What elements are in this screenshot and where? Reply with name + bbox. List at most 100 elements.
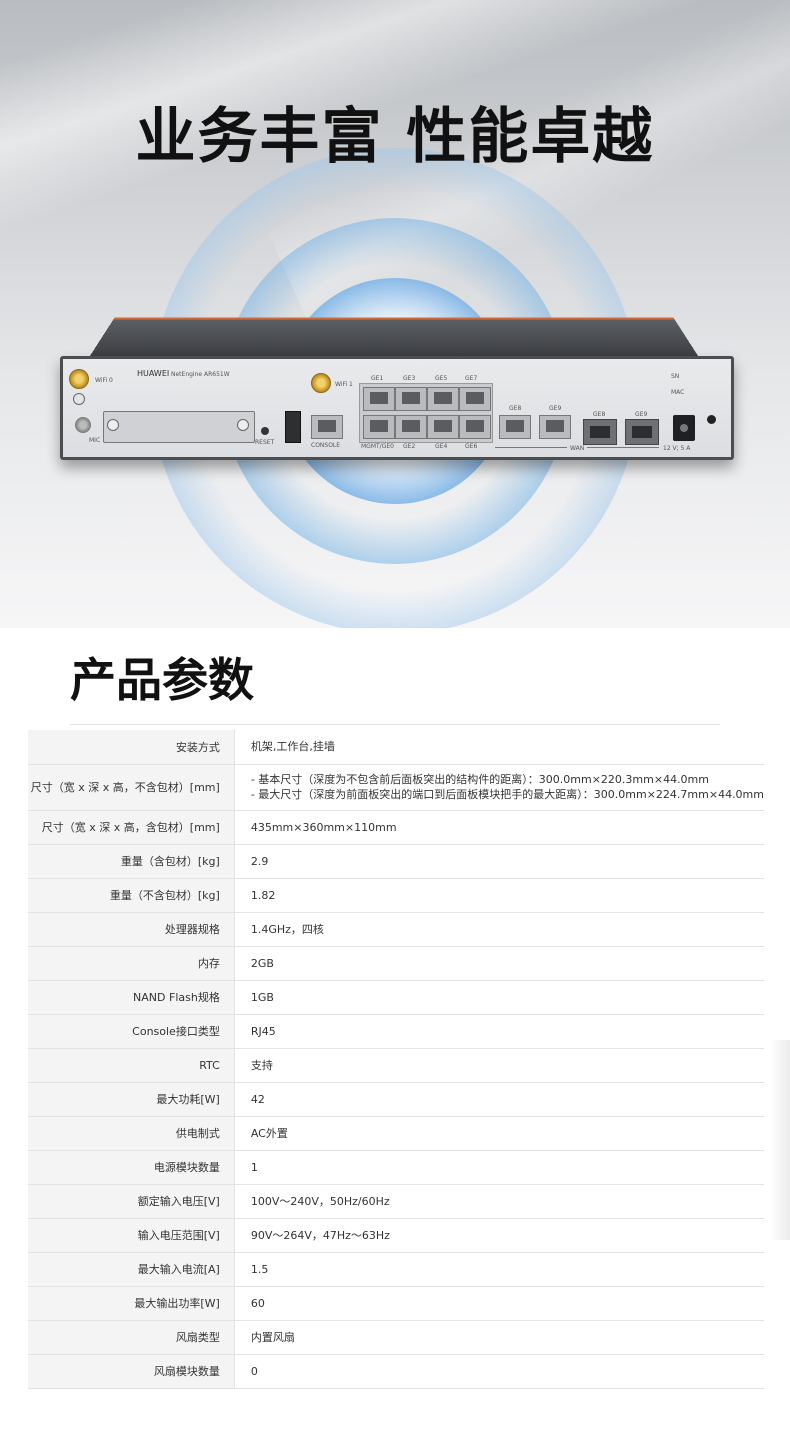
hero-banner: 业务丰富 性能卓越 WiFi 0 MIC HUAWEI NetEngine AR… xyxy=(0,0,790,628)
console-port-icon xyxy=(311,415,343,439)
spec-row: 最大输出功率[W] 60 xyxy=(28,1286,764,1321)
spec-row: NAND Flash规格 1GB xyxy=(28,980,764,1015)
ge8-sfp-label: GE8 xyxy=(593,411,606,418)
spec-value: RJ45 xyxy=(234,1014,764,1049)
spec-row: 重量（不含包材）[kg] 1.82 xyxy=(28,878,764,913)
spec-key: 重量（含包材）[kg] xyxy=(28,844,235,879)
antenna-connector-icon xyxy=(69,369,89,389)
spec-value-line: 60 xyxy=(250,1296,265,1310)
spec-row: 额定输入电压[V] 100V～240V，50Hz/60Hz xyxy=(28,1184,764,1219)
spec-key: 最大输入电流[A] xyxy=(28,1252,235,1287)
sfp-port-icon xyxy=(625,419,659,445)
mic-label: MIC xyxy=(89,437,101,444)
ethernet-port-icon xyxy=(395,387,427,411)
spec-row: 最大输入电流[A] 1.5 xyxy=(28,1252,764,1287)
spec-value: 0 xyxy=(234,1354,764,1389)
hero-title: 业务丰富 性能卓越 xyxy=(135,102,655,172)
ge3-label: GE3 xyxy=(403,375,416,382)
ge7-label: GE7 xyxy=(465,375,478,382)
spec-value-line: 0 xyxy=(250,1364,258,1378)
spec-row: Console接口类型 RJ45 xyxy=(28,1014,764,1049)
spec-value: 1.4GHz，四核 xyxy=(234,912,764,947)
spec-value-line: 2.9 xyxy=(250,854,269,868)
spec-value-line: AC外置 xyxy=(250,1126,288,1140)
spec-row: 处理器规格 1.4GHz，四核 xyxy=(28,912,764,947)
spec-value-line: 100V～240V，50Hz/60Hz xyxy=(250,1194,390,1208)
spec-value: 2.9 xyxy=(234,844,764,879)
spec-row: 风扇模块数量 0 xyxy=(28,1354,764,1389)
ethernet-port-icon xyxy=(459,387,491,411)
spec-value-line: 90V～264V，47Hz～63Hz xyxy=(250,1228,390,1242)
spec-key: 风扇类型 xyxy=(28,1320,235,1355)
spec-value-line: - 基本尺寸（深度为不包含前后面板突出的结构件的距离）：300.0mm×220.… xyxy=(250,773,709,786)
spec-value: 2GB xyxy=(234,946,764,981)
spec-key: Console接口类型 xyxy=(28,1014,235,1049)
router-front-panel: WiFi 0 MIC HUAWEI NetEngine AR651W RESET… xyxy=(60,356,734,460)
spec-row: 供电制式 AC外置 xyxy=(28,1116,764,1151)
screw-hole-icon xyxy=(107,419,119,431)
spec-value-line: 435mm×360mm×110mm xyxy=(250,820,397,834)
wan-label: WAN xyxy=(567,445,588,452)
spec-value: 支持 xyxy=(234,1048,764,1083)
expansion-slot xyxy=(103,411,255,443)
spec-row: 尺寸（宽 x 深 x 高，不含包材）[mm] - 基本尺寸（深度为不包含前后面板突… xyxy=(28,764,764,811)
power-rating-label: 12 V; 5 A xyxy=(663,445,691,452)
spec-row: RTC 支持 xyxy=(28,1048,764,1083)
ge2-label: GE2 xyxy=(403,443,416,450)
sfp-port-icon xyxy=(583,419,617,445)
spec-value: - 基本尺寸（深度为不包含前后面板突出的结构件的距离）：300.0mm×220.… xyxy=(234,764,764,811)
spec-key: 输入电压范围[V] xyxy=(28,1218,235,1253)
ge9-sfp-label: GE9 xyxy=(635,411,648,418)
spec-value-line: 1GB xyxy=(250,990,274,1004)
spec-value-line: 1.82 xyxy=(250,888,276,902)
ge1-label: GE1 xyxy=(371,375,384,382)
spec-key: 额定输入电压[V] xyxy=(28,1184,235,1219)
divider xyxy=(70,724,720,725)
ge6-label: GE6 xyxy=(465,443,478,450)
spec-table: 安装方式 机架,工作台,挂墙 尺寸（宽 x 深 x 高，不含包材）[mm] - 基本尺… xyxy=(28,730,764,1389)
ethernet-port-icon xyxy=(395,415,427,439)
sn-label: SN xyxy=(671,373,680,380)
wifi1-label: WiFi 1 xyxy=(335,381,353,388)
spec-value-line: 1.5 xyxy=(250,1262,269,1276)
reset-button-icon xyxy=(261,427,269,435)
wan-ethernet-port-icon xyxy=(539,415,571,439)
wifi0-label: WiFi 0 xyxy=(95,377,113,384)
model-label: NetEngine AR651W xyxy=(171,371,230,378)
spec-value: 机架,工作台,挂墙 xyxy=(234,730,764,765)
spec-value-line: 机架,工作台,挂墙 xyxy=(250,740,335,754)
params-title: 产品参数 xyxy=(70,653,254,707)
spec-value-line: 支持 xyxy=(250,1058,273,1072)
ethernet-port-icon xyxy=(459,415,491,439)
ethernet-port-icon xyxy=(427,415,459,439)
antenna-connector-icon xyxy=(311,373,331,393)
spec-value-line: 2GB xyxy=(250,956,274,970)
product-params-section: 产品参数 安装方式 机架,工作台,挂墙 尺寸（宽 x 深 x 高，不含包材）[mm]… xyxy=(20,628,770,1455)
mic-icon xyxy=(75,417,91,433)
spec-value-line: - 最大尺寸（深度为前面板突出的端口到后面板模块把手的最大距离）：300.0mm… xyxy=(250,788,764,801)
spec-value-line: 1.4GHz，四核 xyxy=(250,922,324,936)
ge8-label: GE8 xyxy=(509,405,522,412)
spec-value: 内置风扇 xyxy=(234,1320,764,1355)
spec-row: 尺寸（宽 x 深 x 高，含包材）[mm] 435mm×360mm×110mm xyxy=(28,810,764,845)
spec-value: 1.82 xyxy=(234,878,764,913)
spec-key: 重量（不含包材）[kg] xyxy=(28,878,235,913)
spec-key: NAND Flash规格 xyxy=(28,980,235,1015)
spec-row: 安装方式 机架,工作台,挂墙 xyxy=(28,730,764,765)
ge4-label: GE4 xyxy=(435,443,448,450)
spec-value-line: 内置风扇 xyxy=(250,1330,295,1344)
spec-key: 处理器规格 xyxy=(28,912,235,947)
reset-label: RESET xyxy=(255,439,275,446)
router-top-cover xyxy=(88,317,700,359)
ground-icon xyxy=(73,393,85,405)
spec-value: 90V～264V，47Hz～63Hz xyxy=(234,1218,764,1253)
console-label: CONSOLE xyxy=(311,442,341,449)
spec-row: 电源模块数量 1 xyxy=(28,1150,764,1185)
ethernet-port-icon xyxy=(363,387,395,411)
spec-key: 最大功耗[W] xyxy=(28,1082,235,1117)
wan-ethernet-port-icon xyxy=(499,415,531,439)
spec-value: 435mm×360mm×110mm xyxy=(234,810,764,845)
edge-shadow xyxy=(770,1040,790,1240)
spec-value: AC外置 xyxy=(234,1116,764,1151)
mgmt-label: MGMT/GE0 xyxy=(361,443,394,450)
